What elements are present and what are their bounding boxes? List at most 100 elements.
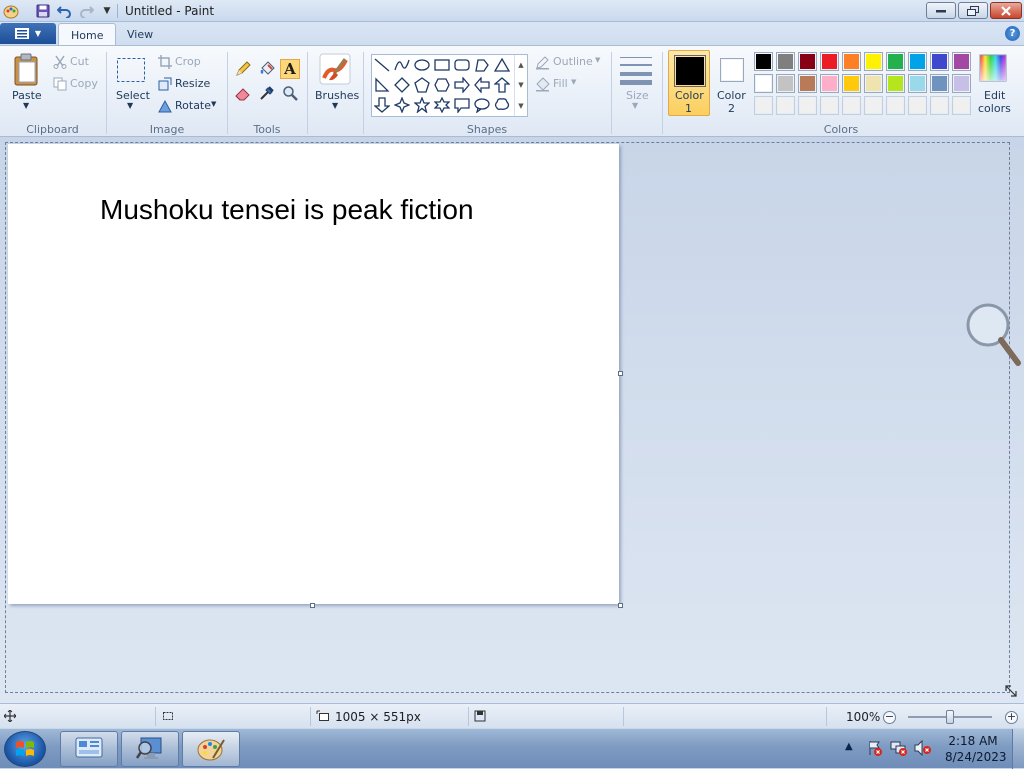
scroll-up-icon[interactable]: ▲ <box>518 61 523 69</box>
rotate-button[interactable]: Rotate <box>175 99 211 112</box>
taskbar-remote-desktop[interactable] <box>121 731 179 767</box>
volume-muted-icon[interactable] <box>914 739 932 757</box>
close-button[interactable] <box>990 2 1022 19</box>
custom-color-slot[interactable] <box>820 96 839 115</box>
shapes-scrollbar[interactable]: ▲ ▼ ▼ <box>514 55 527 116</box>
color-picker-icon[interactable] <box>257 83 277 103</box>
customize-quick-access-icon[interactable]: ▼ <box>99 3 115 19</box>
custom-color-slot[interactable] <box>776 96 795 115</box>
palette-swatch[interactable] <box>842 74 861 93</box>
redo-icon[interactable] <box>78 3 94 19</box>
triangle-shape-icon[interactable] <box>492 55 512 75</box>
size-icon[interactable] <box>619 54 653 86</box>
scroll-down-icon[interactable]: ▼ <box>518 81 523 89</box>
help-icon[interactable]: ? <box>1005 26 1020 41</box>
cut-button[interactable]: Cut <box>70 55 89 68</box>
paste-dropdown-icon[interactable]: ▼ <box>23 101 29 110</box>
left-arrow-shape-icon[interactable] <box>472 75 492 95</box>
five-point-star-shape-icon[interactable] <box>412 95 432 115</box>
save-icon[interactable] <box>35 3 51 19</box>
four-point-star-shape-icon[interactable] <box>392 95 412 115</box>
palette-swatch[interactable] <box>952 52 971 71</box>
custom-color-slot[interactable] <box>798 96 817 115</box>
palette-swatch[interactable] <box>754 52 773 71</box>
canvas-workspace[interactable]: Mushoku tensei is peak fiction <box>0 137 1024 703</box>
restore-button[interactable] <box>958 2 988 19</box>
palette-swatch[interactable] <box>798 74 817 93</box>
custom-color-slot[interactable] <box>842 96 861 115</box>
undo-icon[interactable] <box>56 3 72 19</box>
show-hidden-icons[interactable]: ▲ <box>845 741 853 752</box>
custom-color-slot[interactable] <box>754 96 773 115</box>
brushes-icon[interactable] <box>318 52 352 86</box>
tab-home[interactable]: Home <box>58 23 117 46</box>
custom-color-slot[interactable] <box>908 96 927 115</box>
fill-bucket-icon[interactable] <box>257 59 277 79</box>
rectangle-shape-icon[interactable] <box>432 55 452 75</box>
resize-handle-corner[interactable] <box>618 603 623 608</box>
outline-button[interactable]: Outline <box>553 55 593 68</box>
palette-swatch[interactable] <box>820 74 839 93</box>
outline-dropdown-icon[interactable]: ▼ <box>595 56 600 64</box>
text-tool-icon[interactable]: A <box>280 59 300 79</box>
right-arrow-shape-icon[interactable] <box>452 75 472 95</box>
taskbar-paint[interactable] <box>182 731 240 767</box>
pencil-icon[interactable] <box>233 59 253 79</box>
palette-swatch[interactable] <box>886 74 905 93</box>
resize-corner-icon[interactable] <box>1004 684 1018 698</box>
paste-icon[interactable] <box>11 52 43 88</box>
palette-swatch[interactable] <box>776 52 795 71</box>
custom-color-slot[interactable] <box>930 96 949 115</box>
rotate-dropdown-icon[interactable]: ▼ <box>211 100 216 108</box>
resize-handle-right[interactable] <box>618 371 623 376</box>
palette-swatch[interactable] <box>864 74 883 93</box>
up-arrow-shape-icon[interactable] <box>492 75 512 95</box>
palette-swatch[interactable] <box>776 74 795 93</box>
edit-colors-label-2[interactable]: colors <box>978 102 1011 115</box>
fill-button[interactable]: Fill <box>553 77 568 90</box>
down-arrow-shape-icon[interactable] <box>372 95 392 115</box>
palette-swatch[interactable] <box>908 52 927 71</box>
custom-color-slot[interactable] <box>952 96 971 115</box>
clock-date[interactable]: 8/24/2023 <box>945 750 1007 764</box>
custom-color-slot[interactable] <box>864 96 883 115</box>
drawing-canvas[interactable]: Mushoku tensei is peak fiction <box>8 144 619 604</box>
oval-shape-icon[interactable] <box>412 55 432 75</box>
polygon-shape-icon[interactable] <box>472 55 492 75</box>
zoom-slider-thumb[interactable] <box>946 710 954 724</box>
cloud-callout-shape-icon[interactable] <box>492 95 512 115</box>
palette-swatch[interactable] <box>798 52 817 71</box>
hexagon-shape-icon[interactable] <box>432 75 452 95</box>
clock-time[interactable]: 2:18 AM <box>945 734 1001 748</box>
network-icon[interactable] <box>890 739 908 757</box>
rectangle-callout-shape-icon[interactable] <box>452 95 472 115</box>
select-icon[interactable] <box>115 56 147 84</box>
palette-swatch[interactable] <box>930 52 949 71</box>
palette-swatch[interactable] <box>754 74 773 93</box>
size-dropdown-icon[interactable]: ▼ <box>632 101 638 110</box>
edit-colors-label[interactable]: Edit <box>984 89 1005 102</box>
tab-view[interactable]: View <box>115 23 165 46</box>
crop-button[interactable]: Crop <box>175 55 201 68</box>
oval-callout-shape-icon[interactable] <box>472 95 492 115</box>
palette-swatch[interactable] <box>842 52 861 71</box>
copy-button[interactable]: Copy <box>70 77 98 90</box>
palette-swatch[interactable] <box>820 52 839 71</box>
pentagon-shape-icon[interactable] <box>412 75 432 95</box>
paint-menu-button[interactable]: ▼ <box>0 23 56 44</box>
palette-swatch[interactable] <box>864 52 883 71</box>
rounded-rectangle-shape-icon[interactable] <box>452 55 472 75</box>
palette-swatch[interactable] <box>952 74 971 93</box>
magnifier-icon[interactable] <box>280 83 300 103</box>
diamond-shape-icon[interactable] <box>392 75 412 95</box>
paint-app-icon[interactable] <box>3 3 19 19</box>
palette-swatch[interactable] <box>930 74 949 93</box>
brushes-dropdown-icon[interactable]: ▼ <box>332 101 338 110</box>
expand-gallery-icon[interactable]: ▼ <box>518 102 523 110</box>
curve-shape-icon[interactable] <box>392 55 412 75</box>
zoom-in-button[interactable]: + <box>1005 711 1018 724</box>
custom-color-slot[interactable] <box>886 96 905 115</box>
color2-swatch[interactable] <box>720 58 744 82</box>
action-center-icon[interactable] <box>866 739 884 757</box>
palette-swatch[interactable] <box>908 74 927 93</box>
